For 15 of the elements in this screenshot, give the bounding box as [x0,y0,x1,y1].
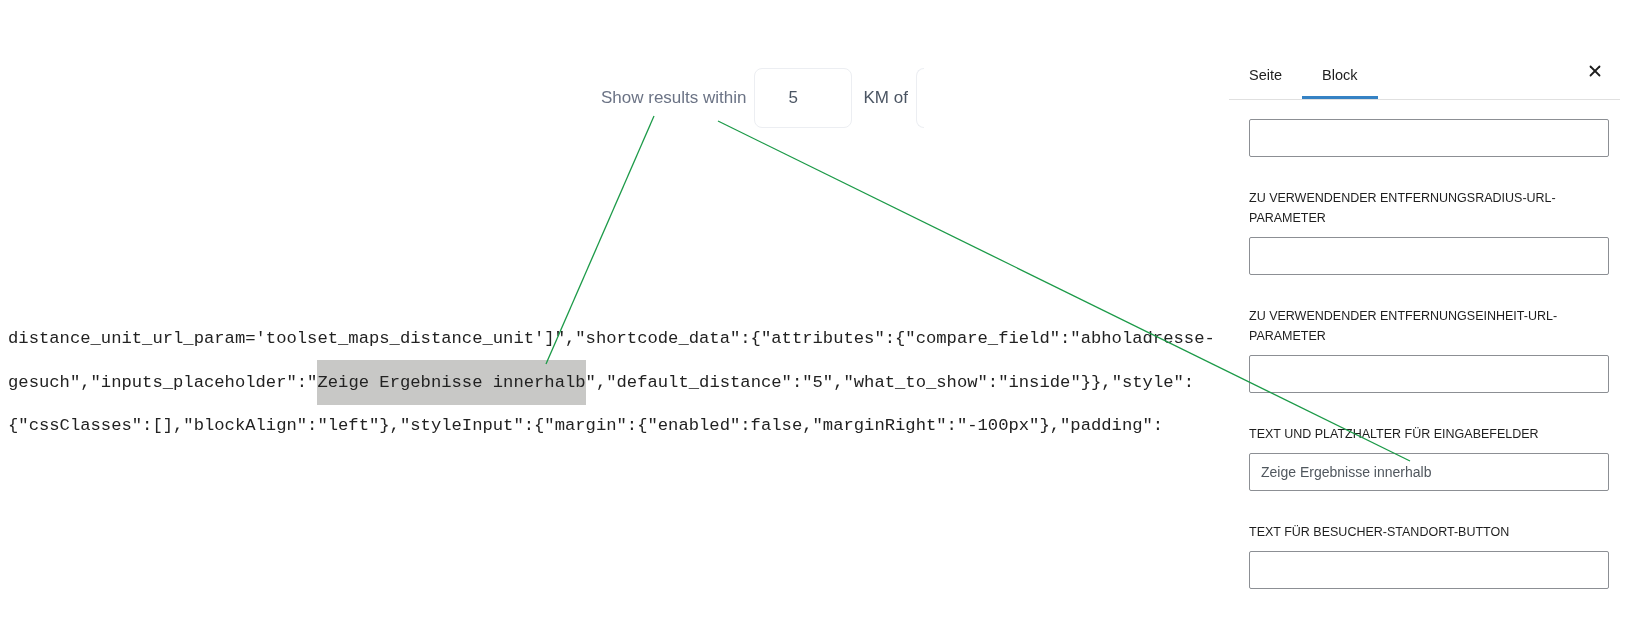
tab[interactable]: Block [1302,51,1378,99]
distance-label: Show results within [601,88,747,108]
field-label: TEXT FÜR BESUCHER-STANDORT-BUTTON [1249,524,1511,541]
field-label: ZU VERWENDENDER ENTFERNUNGSRADIUS-URL-PARAMETER [1249,190,1557,227]
code-line: gesuch","inputs_placeholder":"Zeige Ergebnisse innerhalb","default_distance":"5","what_to_show":"inside"}},"style": [8,360,1229,404]
field-label: ZU VERWENDENDER ENTFERNUNGSEINHEIT-URL-PARAMETER [1249,308,1559,345]
tab[interactable]: Seite [1229,51,1303,99]
distance-input[interactable]: 5 [753,68,852,128]
text-input[interactable] [1249,119,1609,157]
code-line: {"cssClasses":[],"blockAlign":"left"},"styleInput":{"margin":{"enabled":false,"marginRight":"-100px"},"padding": [8,415,1165,437]
text-input[interactable] [1249,551,1609,589]
unit-label: KM of [863,88,908,108]
text-input[interactable] [1249,355,1609,393]
text-input[interactable]: Zeige Ergebnisse innerhalb [1249,453,1609,491]
text-input[interactable] [1249,237,1609,275]
